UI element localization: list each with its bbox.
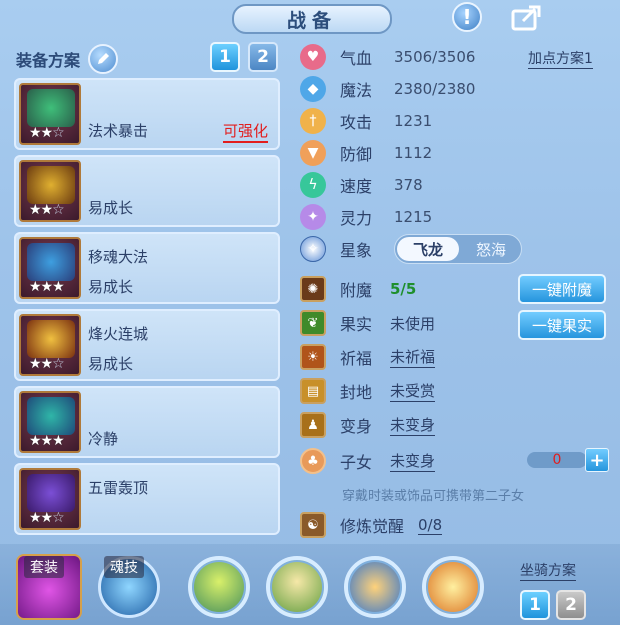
fief-icon: ▤	[300, 378, 326, 404]
equipment-name: 易成长	[88, 199, 134, 217]
star-rating: ★★☆	[29, 356, 65, 372]
children-count-value: 0	[527, 452, 587, 468]
star-rating: ★★☆	[29, 510, 65, 526]
mount-scheme-1-button[interactable]: 1	[520, 590, 550, 620]
star-rating: ★★★	[29, 279, 65, 295]
equipment-icon: ★★☆	[19, 160, 81, 222]
attr-spirit: ✦ 灵力 1215	[300, 204, 432, 230]
attr-attack: † 攻击 1231	[300, 108, 432, 134]
skill-slot[interactable]	[422, 556, 484, 618]
transform-icon: ♟	[300, 412, 326, 438]
shield-icon: ▼	[300, 140, 326, 166]
func-cultivation: ☯ 修炼觉醒 0/8	[300, 512, 443, 538]
equipment-subname: 易成长	[88, 355, 134, 373]
equipment-icon: ★★☆	[19, 83, 81, 145]
fruit-icon: ❦	[300, 310, 326, 336]
equipment-name: 移魂大法	[88, 248, 149, 266]
equipment-name: 五雷轰顶	[88, 479, 149, 497]
enchant-icon: ✺	[300, 276, 326, 302]
point-plan-link[interactable]: 加点方案1	[528, 48, 593, 69]
equipment-icon: ★★★	[19, 391, 81, 453]
equip-plan-label: 装备方案	[16, 51, 81, 70]
children-hint: 穿戴时装或饰品可携带第二子女	[342, 489, 525, 504]
equipment-name: 烽火连城	[88, 325, 149, 343]
lightning-icon: ϟ	[300, 172, 326, 198]
skill-slot[interactable]	[188, 556, 250, 618]
skill-slot[interactable]	[266, 556, 328, 618]
equip-scheme-2-button[interactable]: 2	[248, 42, 278, 72]
func-blessing: ☀ 祈福 未祈福	[300, 344, 436, 370]
equipment-list: ★★☆ 法术暴击 可强化 ★★☆ 易成长 ★★★ 移魂大法 易成长 ★★☆ 烽火…	[14, 78, 280, 540]
equipment-row[interactable]: ★★☆ 法术暴击 可强化	[14, 78, 280, 150]
equip-plan-header: 装备方案	[16, 44, 119, 74]
equipment-row[interactable]: ★★★ 冷静	[14, 386, 280, 458]
attr-mp: ◆ 魔法 2380/2380	[300, 76, 475, 102]
mana-icon: ◆	[300, 76, 326, 102]
battle-prep-panel: 战备 ! 装备方案 1 2 ★★☆ 法术暴击 可强化 ★★☆ 易成长 ★★★ 移…	[0, 0, 620, 625]
equipment-name: 冷静	[88, 430, 119, 448]
func-children: ♣ 子女 未变身	[300, 448, 436, 474]
children-counter: 0 +	[527, 448, 611, 472]
equipment-icon: ★★☆	[19, 468, 81, 530]
cultivation-icon: ☯	[300, 512, 326, 538]
equipment-icon: ★★★	[19, 237, 81, 299]
star-sign-option-selected[interactable]: 飞龙	[397, 237, 459, 261]
equipment-row[interactable]: ★★★ 移魂大法 易成长	[14, 232, 280, 304]
attr-speed: ϟ 速度 378	[300, 172, 423, 198]
attr-defense: ▼ 防御 1112	[300, 140, 432, 166]
func-fruit: ❦ 果实 未使用	[300, 310, 435, 336]
children-icon: ♣	[300, 448, 326, 474]
set-label: 套装	[24, 556, 64, 578]
attr-hp: ♥ 气血 3506/3506	[300, 44, 475, 70]
equip-scheme-1-button[interactable]: 1	[210, 42, 240, 72]
heart-icon: ♥	[300, 44, 326, 70]
equipment-name: 法术暴击	[88, 122, 149, 140]
equipment-row[interactable]: ★★☆ 易成长	[14, 155, 280, 227]
equipment-icon: ★★☆	[19, 314, 81, 376]
one-click-fruit-button[interactable]: 一键果实	[518, 310, 606, 340]
spirit-icon: ✦	[300, 204, 326, 230]
info-icon[interactable]: !	[452, 2, 482, 32]
func-fief: ▤ 封地 未受赏	[300, 378, 436, 404]
star-sign-option[interactable]: 怒海	[463, 237, 519, 261]
share-icon[interactable]	[510, 2, 546, 32]
func-enchant: ✺ 附魔 5/5	[300, 276, 416, 302]
sword-icon: †	[300, 108, 326, 134]
star-rating: ★★★	[29, 433, 65, 449]
star-sign-row: ✧ 星象	[300, 236, 390, 262]
soul-skill-label: 魂技	[104, 556, 144, 578]
panel-title: 战备	[232, 4, 392, 34]
star-sign-toggle[interactable]: 飞龙 怒海	[394, 234, 522, 264]
star-sign-icon: ✧	[300, 236, 326, 262]
func-transform: ♟ 变身 未变身	[300, 412, 436, 438]
add-children-button[interactable]: +	[585, 448, 609, 472]
equipment-row[interactable]: ★★☆ 烽火连城 易成长	[14, 309, 280, 381]
enhance-link[interactable]: 可强化	[222, 120, 268, 143]
blessing-icon: ☀	[300, 344, 326, 370]
equipment-row[interactable]: ★★☆ 五雷轰顶	[14, 463, 280, 535]
star-rating: ★★☆	[29, 125, 65, 141]
one-click-enchant-button[interactable]: 一键附魔	[518, 274, 606, 304]
mount-plan-link[interactable]: 坐骑方案	[520, 560, 576, 581]
mount-scheme-2-button[interactable]: 2	[556, 590, 586, 620]
star-rating: ★★☆	[29, 202, 65, 218]
equipment-subname: 易成长	[88, 278, 134, 296]
skill-slot[interactable]	[344, 556, 406, 618]
edit-pencil-icon[interactable]	[88, 44, 119, 74]
